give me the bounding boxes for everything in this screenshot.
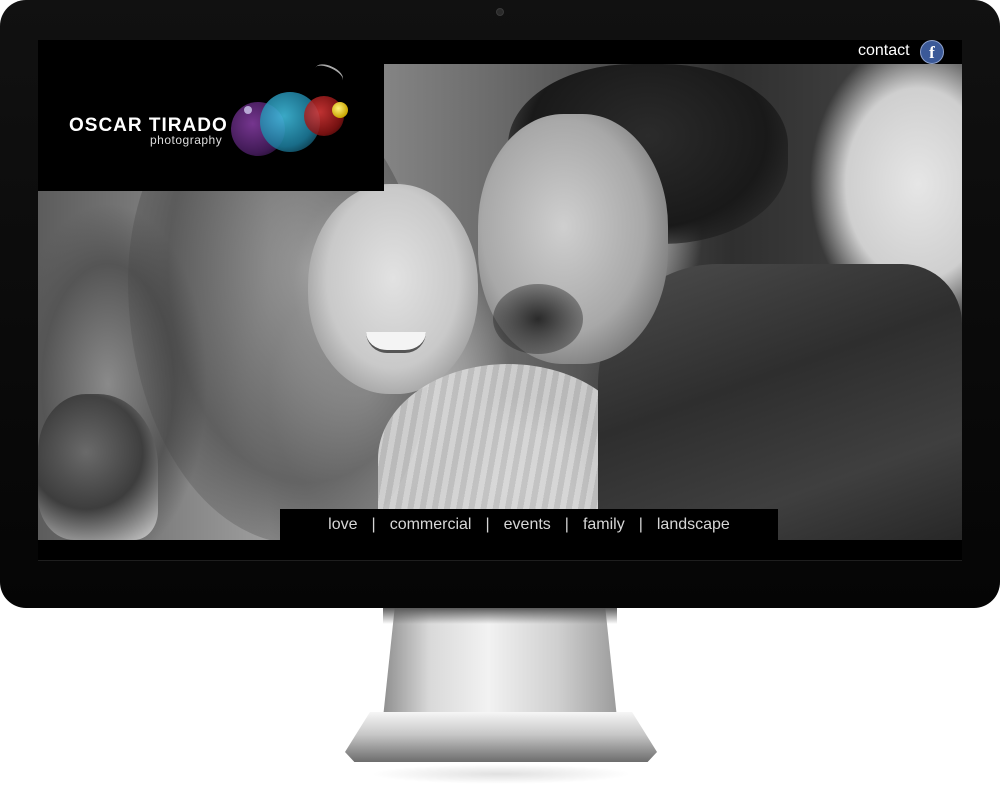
nav-item-family[interactable]: family bbox=[569, 516, 639, 534]
logo-tagline: photography bbox=[150, 133, 223, 147]
monitor-stand-reflection bbox=[370, 764, 632, 784]
webcam-icon bbox=[496, 8, 504, 16]
website-screen: OSCAR TIRADO photography contact f love … bbox=[38, 40, 962, 560]
hero-photo-man-beard bbox=[493, 284, 583, 354]
contact-link[interactable]: contact bbox=[858, 42, 910, 60]
monitor-stand-shadow bbox=[383, 608, 617, 624]
nav-item-love[interactable]: love bbox=[314, 516, 371, 534]
facebook-icon[interactable]: f bbox=[920, 40, 944, 64]
monitor-stand-neck bbox=[383, 608, 617, 718]
main-nav: love | commercial | events | family | la… bbox=[280, 509, 778, 540]
site-logo[interactable]: OSCAR TIRADO photography bbox=[38, 40, 384, 191]
logo-arc-decoration bbox=[312, 60, 346, 88]
monitor-stand-foot bbox=[345, 712, 657, 762]
screen-divider bbox=[38, 560, 962, 561]
logo-orb-yellow bbox=[332, 102, 348, 118]
nav-item-events[interactable]: events bbox=[490, 516, 565, 534]
monitor-bezel: OSCAR TIRADO photography contact f love … bbox=[0, 0, 1000, 608]
hero-photo-pinecone bbox=[38, 394, 158, 540]
logo-orb-highlight bbox=[244, 106, 252, 114]
nav-item-commercial[interactable]: commercial bbox=[376, 516, 486, 534]
hero-photo-woman-face bbox=[308, 184, 478, 394]
nav-item-landscape[interactable]: landscape bbox=[643, 516, 744, 534]
